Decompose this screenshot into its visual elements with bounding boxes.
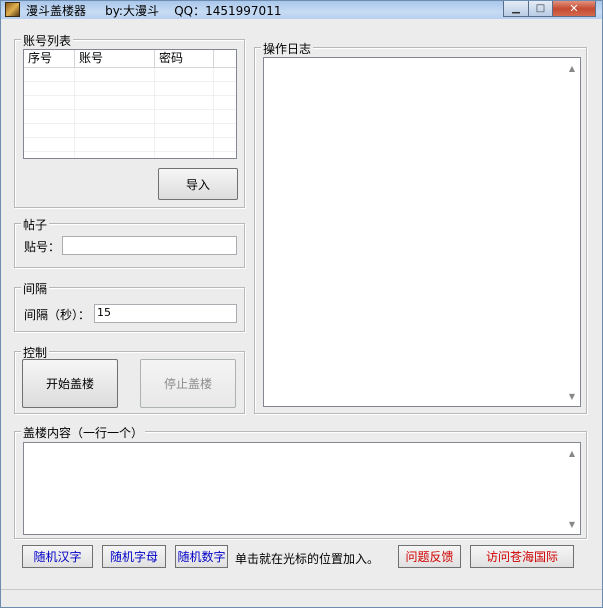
accounts-grid xyxy=(24,68,236,158)
interval-label: 间隔（秒）： xyxy=(24,308,91,322)
stop-button: 停止盖楼 xyxy=(140,359,236,408)
random-digits-button[interactable]: 随机数字 xyxy=(175,545,228,568)
start-label: 开始盖楼 xyxy=(45,377,94,391)
app-icon xyxy=(5,2,20,17)
minimize-icon: ▁ xyxy=(512,2,520,14)
feedback-button[interactable]: 问题反馈 xyxy=(398,545,461,568)
import-button[interactable]: 导入 xyxy=(158,168,238,200)
accounts-header: 序号 账号 密码 xyxy=(24,50,236,68)
window-title: 漫斗盖楼器 by:大漫斗 QQ：1451997011 xyxy=(26,4,282,18)
post-id-input[interactable] xyxy=(62,236,237,255)
minimize-button[interactable]: ▁ xyxy=(503,1,529,17)
log-textarea[interactable]: ▲ ▼ xyxy=(263,57,581,407)
interval-input[interactable]: 15 xyxy=(94,304,237,323)
log-legend: 操作日志 xyxy=(261,40,314,57)
main-window: 漫斗盖楼器 by:大漫斗 QQ：1451997011 ▁ □ ✕ 账号列表 序号… xyxy=(0,0,603,608)
interval-legend: 间隔 xyxy=(21,280,50,297)
column-header-index[interactable]: 序号 xyxy=(24,50,75,67)
content-textarea[interactable]: ▲ ▼ xyxy=(23,442,581,535)
random-chinese-button[interactable]: 随机汉字 xyxy=(22,545,93,568)
random-chinese-label: 随机汉字 xyxy=(33,550,82,564)
column-header-password[interactable]: 密码 xyxy=(155,50,214,67)
import-label: 导入 xyxy=(185,177,210,192)
maximize-button[interactable]: □ xyxy=(528,1,553,17)
scroll-up-icon[interactable]: ▲ xyxy=(564,445,580,461)
close-button[interactable]: ✕ xyxy=(552,1,596,17)
insert-hint: 单击就在光标的位置加入。 xyxy=(235,552,380,566)
content-legend: 盖楼内容（一行一个） xyxy=(21,424,146,441)
random-letters-button[interactable]: 随机字母 xyxy=(102,545,166,568)
close-icon: ✕ xyxy=(569,1,579,15)
post-legend: 帖子 xyxy=(21,216,50,233)
random-letters-label: 随机字母 xyxy=(109,550,158,564)
accounts-listview[interactable]: 序号 账号 密码 xyxy=(23,49,237,159)
random-digits-label: 随机数字 xyxy=(177,550,226,564)
visit-button[interactable]: 访问苍海国际 xyxy=(470,545,574,568)
content-scrollbar[interactable]: ▲ ▼ xyxy=(564,443,580,534)
post-label: 贴号： xyxy=(24,240,61,254)
visit-label: 访问苍海国际 xyxy=(485,550,558,564)
stop-label: 停止盖楼 xyxy=(163,377,212,391)
log-text xyxy=(264,58,580,62)
maximize-icon: □ xyxy=(535,2,546,14)
title-bar[interactable]: 漫斗盖楼器 by:大漫斗 QQ：1451997011 ▁ □ ✕ xyxy=(1,1,602,19)
start-button[interactable]: 开始盖楼 xyxy=(22,359,118,408)
feedback-label: 问题反馈 xyxy=(405,550,454,564)
status-bar xyxy=(1,589,602,607)
log-scrollbar[interactable]: ▲ ▼ xyxy=(564,58,580,406)
column-header-account[interactable]: 账号 xyxy=(75,50,155,67)
scroll-down-icon[interactable]: ▼ xyxy=(564,516,580,532)
accounts-legend: 账号列表 xyxy=(21,32,74,49)
content-text xyxy=(24,443,580,447)
scroll-up-icon[interactable]: ▲ xyxy=(564,60,580,76)
scroll-down-icon[interactable]: ▼ xyxy=(564,388,580,404)
